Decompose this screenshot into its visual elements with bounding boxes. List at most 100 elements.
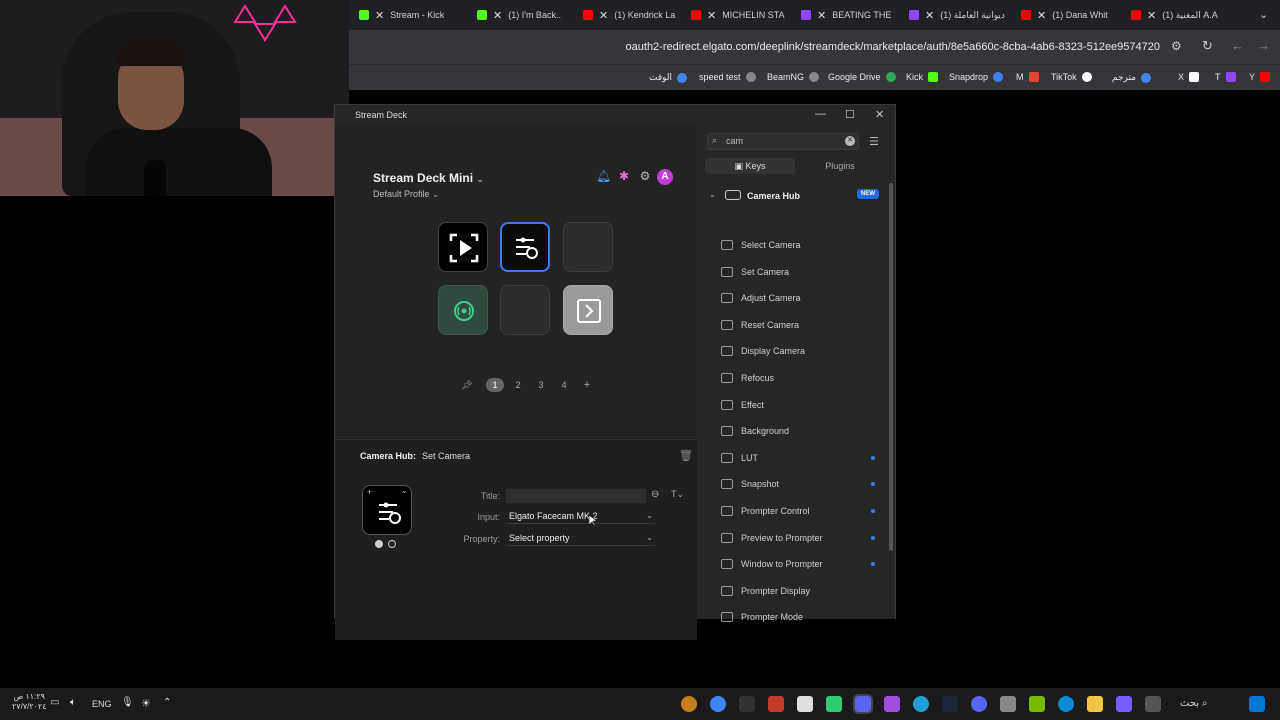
file-icon[interactable] xyxy=(797,696,813,712)
title-input[interactable] xyxy=(506,489,646,503)
store-icon[interactable] xyxy=(1000,696,1016,712)
action-item[interactable]: Preview to Prompter xyxy=(721,531,871,545)
profile-selector[interactable]: Default Profile ⌄ xyxy=(373,189,440,200)
chevron-up-icon[interactable]: ⌃ xyxy=(163,697,171,708)
action-item[interactable]: Prompter Display xyxy=(721,584,871,598)
volume-icon[interactable]: 🔈︎ xyxy=(70,697,76,708)
text-format-icon[interactable]: T⌄ xyxy=(671,489,684,500)
action-item[interactable]: Display Camera xyxy=(721,344,871,358)
bookmark-item[interactable]: T xyxy=(1215,72,1236,82)
browser-tab[interactable]: ✕ (1) Dana Whit xyxy=(1021,0,1129,30)
windows-start-icon[interactable] xyxy=(1249,696,1265,712)
clock[interactable]: ١١:٢٩ ص ٢٧/٧/٢٠٢٤ xyxy=(12,692,47,712)
bookmark-item[interactable]: الوقت xyxy=(649,72,688,83)
stream-key-6[interactable] xyxy=(563,285,613,335)
site-settings-icon[interactable]: ⚙ xyxy=(1171,39,1182,53)
bookmark-item[interactable]: M xyxy=(1016,72,1039,82)
stream-key-3[interactable] xyxy=(563,222,613,272)
tab-plugins[interactable]: Plugins xyxy=(795,158,885,174)
bookmark-item[interactable]: Google Drive xyxy=(828,72,896,82)
page-button[interactable]: 3 xyxy=(532,378,550,392)
stream-deck-taskbar-icon[interactable] xyxy=(853,694,873,714)
app-icon[interactable] xyxy=(681,696,697,712)
add-page-icon[interactable]: + xyxy=(578,378,596,392)
bookmark-item[interactable]: BeamNG xyxy=(767,72,820,82)
action-item[interactable]: Prompter Mode xyxy=(721,610,871,624)
minimize-icon[interactable]: — xyxy=(815,108,826,120)
page-button[interactable]: 2 xyxy=(509,378,527,392)
link-icon[interactable]: ⊖ xyxy=(651,489,659,500)
category-camera-hub[interactable]: ⌄ Camera Hub xyxy=(705,189,881,205)
property-select[interactable]: Select property ⌄ xyxy=(507,532,655,546)
close-tab-icon[interactable]: ✕ xyxy=(817,9,826,22)
action-item[interactable]: Select Camera xyxy=(721,238,871,252)
bookmark-item[interactable]: X xyxy=(1178,72,1200,82)
chrome-icon[interactable] xyxy=(710,696,726,712)
folder-icon[interactable] xyxy=(1087,696,1103,712)
close-tab-icon[interactable]: ✕ xyxy=(599,9,608,22)
task-view-icon[interactable] xyxy=(1145,696,1161,712)
language-indicator[interactable]: ENG xyxy=(92,699,112,709)
close-tab-icon[interactable]: ✕ xyxy=(1037,9,1046,22)
page-button[interactable]: 4 xyxy=(555,378,573,392)
copilot-icon[interactable] xyxy=(1116,696,1132,712)
state-radio-2[interactable] xyxy=(388,540,396,548)
stream-key-4[interactable] xyxy=(438,285,488,335)
telegram-icon[interactable] xyxy=(913,696,929,712)
epic-games-icon[interactable] xyxy=(739,696,755,712)
close-icon[interactable]: ✕ xyxy=(875,108,884,121)
url-field[interactable]: oauth2-redirect.elgato.com/deeplink/stre… xyxy=(626,41,1160,53)
action-key-preview[interactable]: + ⌄ xyxy=(362,485,412,535)
app-icon[interactable] xyxy=(826,696,842,712)
marketplace-icon[interactable]: ✱ xyxy=(617,169,631,183)
browser-tab[interactable]: ✕ (1) ديوانية العاملة xyxy=(909,0,1019,30)
close-tab-icon[interactable]: ✕ xyxy=(707,9,716,22)
edge-icon[interactable] xyxy=(1058,696,1074,712)
microphone-icon[interactable]: 🎙︎ xyxy=(121,697,134,708)
taskbar-search[interactable]: بحث ⌕ xyxy=(1180,698,1207,709)
input-select[interactable]: Elgato Facecam MK.2 ⌄ xyxy=(507,510,655,524)
steam-icon[interactable] xyxy=(942,696,958,712)
action-item[interactable]: Snapshot xyxy=(721,477,871,491)
app-icon[interactable] xyxy=(768,696,784,712)
list-view-icon[interactable]: ☰ xyxy=(869,135,879,148)
pin-icon[interactable]: 📌︎ xyxy=(458,378,476,392)
close-tab-icon[interactable]: ✕ xyxy=(375,9,384,22)
close-tab-icon[interactable]: ✕ xyxy=(493,9,502,22)
clear-search-icon[interactable]: ✕ xyxy=(845,136,855,146)
discord-icon[interactable] xyxy=(971,696,987,712)
scrollbar[interactable] xyxy=(889,183,893,551)
action-item[interactable]: Window to Prompter xyxy=(721,557,871,571)
browser-tab[interactable]: ✕ (1) Kendrick La xyxy=(583,0,693,30)
nvidia-icon[interactable] xyxy=(1029,696,1045,712)
forward-icon[interactable]: → xyxy=(1257,38,1270,53)
device-selector[interactable]: Stream Deck Mini ⌄ xyxy=(373,171,484,185)
stream-key-5[interactable] xyxy=(500,285,550,335)
brightness-icon[interactable]: ☀ xyxy=(141,697,151,710)
browser-tab[interactable]: ✕ Stream - Kick xyxy=(359,0,479,30)
search-input[interactable]: ⌕ cam ✕ xyxy=(707,133,859,150)
browser-tab[interactable]: ✕ (1) المغنية A.A xyxy=(1131,0,1251,30)
app-icon[interactable] xyxy=(884,696,900,712)
state-radio-1[interactable] xyxy=(375,540,383,548)
notification-bell-icon[interactable]: 🔔︎ xyxy=(596,169,611,183)
bookmark-item[interactable]: speed test xyxy=(699,72,756,82)
action-item[interactable]: Adjust Camera xyxy=(721,291,871,305)
bookmark-item[interactable]: TikTok xyxy=(1051,72,1092,82)
stream-key-1[interactable] xyxy=(438,222,488,272)
close-tab-icon[interactable]: ✕ xyxy=(1147,9,1156,22)
action-item[interactable]: Refocus xyxy=(721,371,871,385)
bookmark-item[interactable]: مترجم xyxy=(1112,72,1152,83)
maximize-icon[interactable]: ☐ xyxy=(845,108,855,121)
browser-tab[interactable]: ✕ (1) I'm Back.. xyxy=(477,0,585,30)
browser-tab[interactable]: ✕ BEATING THE xyxy=(801,0,907,30)
bookmark-item[interactable]: Snapdrop xyxy=(949,72,1004,82)
action-item[interactable]: Prompter Control xyxy=(721,504,871,518)
action-item[interactable]: Reset Camera xyxy=(721,318,871,332)
gear-icon[interactable]: ⚙ xyxy=(638,169,652,183)
back-icon[interactable]: ← xyxy=(1231,38,1244,53)
trash-icon[interactable]: 🗑︎ xyxy=(679,449,693,462)
action-item[interactable]: Effect xyxy=(721,398,871,412)
page-button[interactable]: 1 xyxy=(486,378,504,392)
browser-tab[interactable]: ✕ MICHELIN STA xyxy=(691,0,799,30)
